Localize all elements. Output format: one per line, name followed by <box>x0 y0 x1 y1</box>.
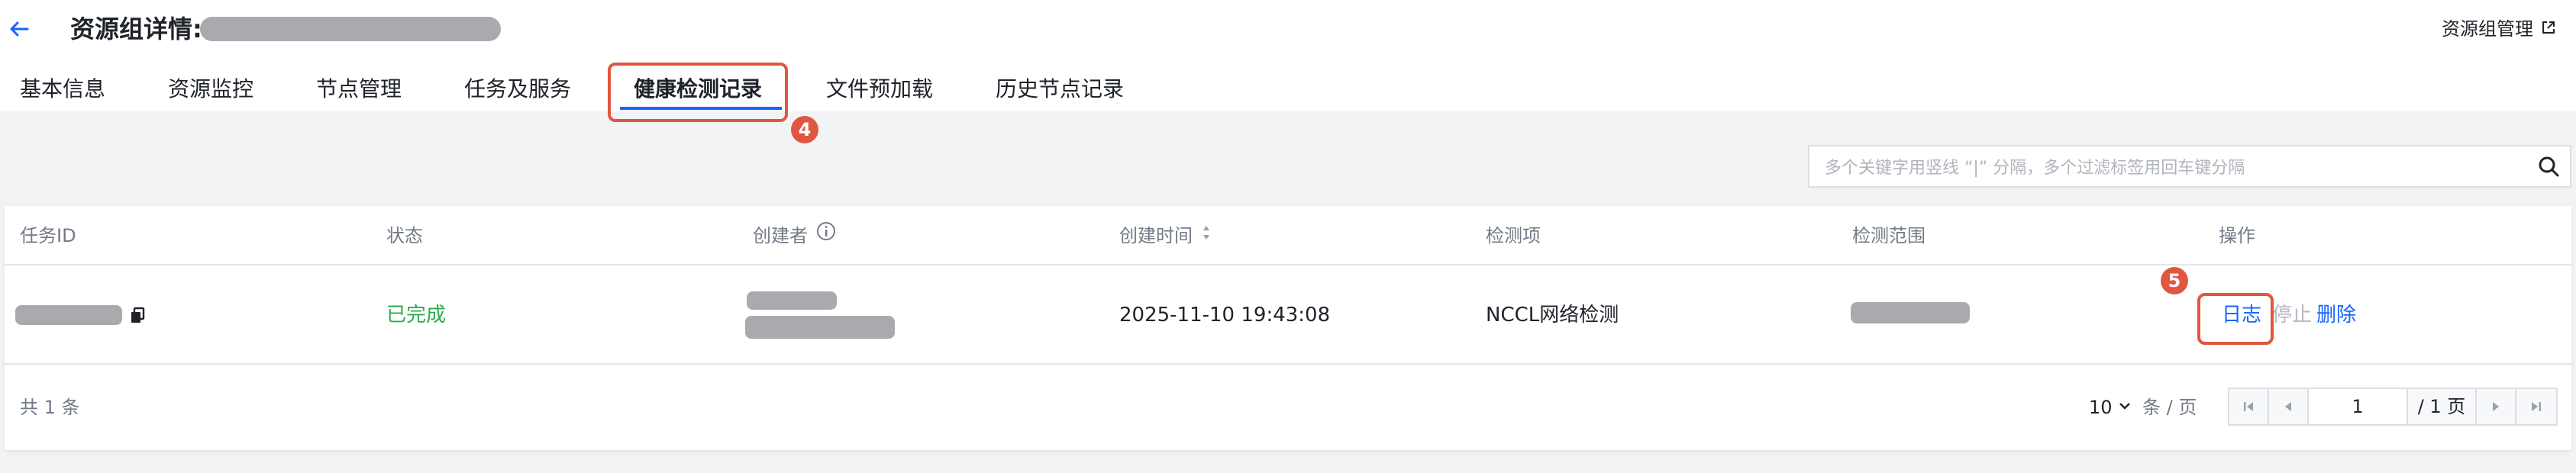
redacted-resource-name <box>200 17 501 41</box>
status-badge: 已完成 <box>386 304 447 327</box>
redacted-creator-line-2 <box>745 316 895 339</box>
redacted-task-id <box>15 305 122 325</box>
search-box[interactable]: 多个关键字用竖线 “|” 分隔，多个过滤标签用回车键分隔 <box>1808 145 2571 188</box>
next-page-icon[interactable] <box>2477 389 2516 424</box>
col-check-scope-label: 检测范围 <box>1852 225 1926 246</box>
col-check-scope: 检测范围 <box>1852 206 1926 265</box>
last-page-icon[interactable] <box>2516 389 2556 424</box>
tab-resource-monitor[interactable]: 资源监控 <box>168 70 253 108</box>
tab-basic-info[interactable]: 基本信息 <box>20 70 105 108</box>
prev-page-icon[interactable] <box>2269 389 2309 424</box>
col-created-time[interactable]: 创建时间 <box>1119 206 1212 265</box>
col-creator: 创建者 <box>753 206 837 265</box>
resource-group-manage-link[interactable]: 资源组管理 <box>2442 17 2556 41</box>
page-size-unit: 条 / 页 <box>2142 397 2197 418</box>
col-actions: 操作 <box>2219 206 2255 265</box>
page-size-select[interactable]: 10 <box>2089 365 2132 450</box>
chevron-down-icon <box>2117 365 2132 450</box>
search-icon[interactable] <box>2527 146 2570 186</box>
created-time-value: 2025-11-10 19:43:08 <box>1119 304 1331 327</box>
tab-tasks-services[interactable]: 任务及服务 <box>464 70 571 108</box>
info-icon[interactable] <box>815 206 837 265</box>
tab-highlight-box <box>608 63 788 122</box>
redacted-check-scope <box>1851 302 1970 323</box>
search-input[interactable]: 多个关键字用竖线 “|” 分隔，多个过滤标签用回车键分隔 <box>1809 154 2527 179</box>
back-arrow-icon[interactable] <box>5 14 35 44</box>
col-task-id-label: 任务ID <box>20 225 76 246</box>
manage-link-label: 资源组管理 <box>2442 18 2533 40</box>
col-status: 状态 <box>386 206 423 265</box>
sort-icon[interactable] <box>1200 206 1212 265</box>
col-check-item-label: 检测项 <box>1486 225 1541 246</box>
redacted-creator-line-1 <box>747 291 837 310</box>
tab-bar: 基本信息 资源监控 节点管理 任务及服务 健康检测记录 文件预加载 历史节点记录 <box>0 70 2576 111</box>
step-badge-5: 5 <box>2161 267 2188 294</box>
col-created-time-label: 创建时间 <box>1119 225 1193 246</box>
tab-node-management[interactable]: 节点管理 <box>316 70 402 108</box>
copy-icon[interactable] <box>128 305 148 325</box>
total-count: 共 1 条 <box>20 397 80 418</box>
col-task-id: 任务ID <box>20 206 76 265</box>
page-title: 资源组详情: <box>70 14 202 43</box>
delete-button[interactable]: 删除 <box>2316 265 2356 365</box>
stop-button[interactable]: 停止 <box>2272 265 2312 365</box>
col-creator-label: 创建者 <box>753 225 808 246</box>
step-badge-4: 4 <box>791 116 818 143</box>
top-header: 资源组详情: 资源组管理 基本信息 资源监控 节点管理 任务及服务 健康检测记录… <box>0 0 2576 111</box>
page-size-value: 10 <box>2089 397 2113 418</box>
col-check-item: 检测项 <box>1486 206 1541 265</box>
tab-history-node-records[interactable]: 历史节点记录 <box>996 70 1124 108</box>
pagination: / 1 页 <box>2228 388 2558 426</box>
col-actions-label: 操作 <box>2219 225 2255 246</box>
external-link-icon <box>2541 17 2556 41</box>
check-item-value: NCCL网络检测 <box>1486 304 1619 327</box>
first-page-icon[interactable] <box>2229 389 2269 424</box>
total-pages: / 1 页 <box>2408 389 2477 424</box>
table-header: 任务ID 状态 创建者 创建时间 检测项 检测范围 操作 <box>5 206 2571 265</box>
col-status-label: 状态 <box>386 225 423 246</box>
health-check-table: 任务ID 状态 创建者 创建时间 检测项 检测范围 操作 已完成 2025-11… <box>5 206 2571 450</box>
log-highlight-box <box>2197 293 2274 345</box>
page-number-input[interactable] <box>2309 389 2408 424</box>
table-footer: 共 1 条 10 条 / 页 / 1 页 <box>5 365 2571 450</box>
tab-file-preload[interactable]: 文件预加载 <box>826 70 933 108</box>
